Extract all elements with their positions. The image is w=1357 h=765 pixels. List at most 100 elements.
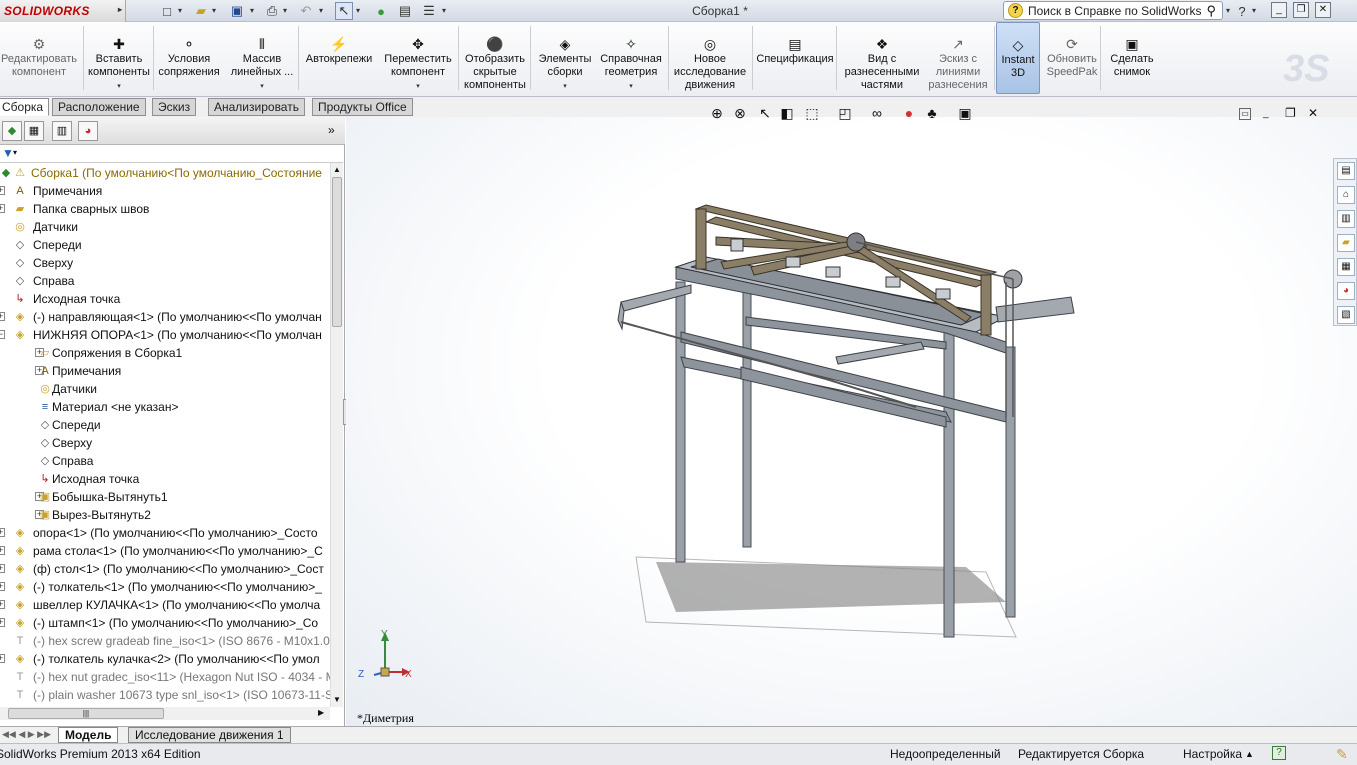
search-dropdown-icon[interactable]: ▾ xyxy=(1226,6,1230,15)
filter-dropdown-icon[interactable]: ▾ xyxy=(13,148,17,157)
scroll-down-icon[interactable]: ▼ xyxy=(333,695,341,704)
select-dropdown-icon[interactable]: ▾ xyxy=(356,6,360,15)
tree-scroll-thumb[interactable] xyxy=(332,177,342,327)
expand-icon[interactable]: + xyxy=(0,654,5,663)
tree-item[interactable]: + ◈ опора<1> (По умолчанию<<По умолчанию>_… xyxy=(0,524,330,542)
viewport-restore-icon[interactable]: ❐ xyxy=(1285,106,1296,120)
restore-icon[interactable]: ❐ xyxy=(1293,2,1309,18)
status-help-icon[interactable]: ? xyxy=(1272,746,1286,760)
tree-item[interactable]: + ▰ Папка сварных швов xyxy=(0,200,330,218)
expand-icon[interactable]: + xyxy=(0,528,5,537)
apply-scene-icon[interactable]: ♣ xyxy=(923,104,941,122)
tree-item[interactable]: ◎ Датчики xyxy=(0,218,330,236)
tree-item[interactable]: T (-) plain washer 10673 type snl_iso<1> … xyxy=(0,686,330,704)
smart-fasteners-button[interactable]: ⚡ Автокрепежи xyxy=(303,22,375,94)
expand-icon[interactable]: + xyxy=(0,564,5,573)
status-customize[interactable]: Настройка xyxy=(1183,744,1242,764)
expand-icon[interactable]: + xyxy=(0,546,5,555)
open-folder-icon[interactable]: ▰ xyxy=(192,2,210,20)
help-search-box[interactable]: ? Поиск в Справке по SolidWorks ⚲ xyxy=(1003,1,1223,20)
tree-item[interactable]: ◇ Спереди xyxy=(0,236,330,254)
tree-item[interactable]: ◇ Сверху xyxy=(0,254,330,272)
configuration-manager-tab-icon[interactable]: ▥ xyxy=(52,121,72,141)
tab-3[interactable]: Анализировать xyxy=(208,98,305,116)
close-icon[interactable]: ✕ xyxy=(1315,2,1331,18)
view-orientation-icon[interactable]: ⬚ xyxy=(803,104,821,122)
view-palette-icon[interactable]: ▦ xyxy=(1337,258,1355,276)
expand-icon[interactable]: + xyxy=(0,582,5,591)
tab-4[interactable]: Продукты Office xyxy=(312,98,413,116)
dropdown-arrow-icon[interactable]: ▾ xyxy=(629,80,633,93)
tree-item[interactable]: + ◈ (ф) стол<1> (По умолчанию<<По умолчани… xyxy=(0,560,330,578)
tree-item[interactable]: + A Примечания xyxy=(0,362,330,380)
tree-item[interactable]: T (-) hex nut gradec_iso<11> (Hexagon Nut… xyxy=(0,668,330,686)
instant3d-button[interactable]: ◇ Instant 3D xyxy=(996,22,1040,94)
tree-item[interactable]: ◎ Датчики xyxy=(0,380,330,398)
tree-item[interactable]: − ◈ НИЖНЯЯ ОПОРА<1> (По умолчанию<<По умол… xyxy=(0,326,330,344)
tree-item[interactable]: + ▣ Бобышка-Вытянуть1 xyxy=(0,488,330,506)
undo-dropdown-icon[interactable]: ▾ xyxy=(319,6,323,15)
bottom-tab-1[interactable]: Исследование движения 1 xyxy=(128,727,291,743)
tree-horizontal-scrollbar[interactable]: ||| ▶ xyxy=(0,707,330,720)
previous-view-icon[interactable]: ↖ xyxy=(756,104,774,122)
insert-components-button[interactable]: ✚ Вставить компоненты ▾ xyxy=(85,22,153,94)
file-explorer-icon[interactable]: ▰ xyxy=(1337,234,1355,252)
design-library-icon[interactable]: ▥ xyxy=(1337,210,1355,228)
tree-item[interactable]: + A Примечания xyxy=(0,182,330,200)
help-dropdown-icon[interactable]: ▾ xyxy=(1252,6,1256,15)
save-dropdown-icon[interactable]: ▾ xyxy=(250,6,254,15)
model-canvas[interactable]: Y X Z xyxy=(346,117,1357,726)
tree-item[interactable]: ≡ Материал <не указан> xyxy=(0,398,330,416)
print-dropdown-icon[interactable]: ▾ xyxy=(283,6,287,15)
show-hidden-button[interactable]: ⚫ Отобразить скрытые компоненты xyxy=(460,22,530,94)
tree-item[interactable]: ◇ Спереди xyxy=(0,416,330,434)
tree-item[interactable]: + ◈ (-) толкатель кулачка<2> (По умолчанию… xyxy=(0,650,330,668)
tree-item[interactable]: + ◈ (-) направляющая<1> (По умолчанию<<По … xyxy=(0,308,330,326)
property-manager-tab-icon[interactable]: ▦ xyxy=(24,121,44,141)
update-speedpak-button[interactable]: ⟳ Обновить SpeedPak xyxy=(1042,22,1102,94)
file-properties-icon[interactable]: ▤ xyxy=(396,2,414,20)
status-customize-dropdown-icon[interactable]: ▲ xyxy=(1245,744,1254,764)
tab-0[interactable]: Сборка xyxy=(0,98,50,116)
section-view-icon[interactable]: ◧ xyxy=(778,104,796,122)
collapse-icon[interactable]: − xyxy=(0,330,5,339)
zoom-to-fit-icon[interactable]: ⊕ xyxy=(708,104,726,122)
mate-button[interactable]: ⚬ Условия сопряжения xyxy=(155,22,223,94)
bill-of-materials-button[interactable]: ▤ Спецификация xyxy=(755,22,835,94)
open-dropdown-icon[interactable]: ▾ xyxy=(212,6,216,15)
print-icon[interactable]: ⎙ xyxy=(263,2,281,20)
exploded-view-button[interactable]: ❖ Вид с разнесенными частями xyxy=(840,22,924,94)
expand-icon[interactable]: + xyxy=(0,186,5,195)
edit-component-button[interactable]: ⚙ Редактировать компонент xyxy=(0,22,78,94)
save-icon[interactable]: ▣ xyxy=(228,2,246,20)
dropdown-arrow-icon[interactable]: ▾ xyxy=(260,80,264,93)
viewport-close-icon[interactable]: ✕ xyxy=(1308,106,1318,120)
tree-vertical-scrollbar[interactable]: ▲ ▼ xyxy=(330,163,343,707)
filter-bar[interactable]: ▼ ▾ xyxy=(0,145,343,163)
new-motion-study-button[interactable]: ◎ Новое исследование движения xyxy=(672,22,748,94)
expand-icon[interactable]: + xyxy=(0,312,5,321)
tree-item[interactable]: ↳ Исходная точка xyxy=(0,470,330,488)
search-icon[interactable]: ⚲ xyxy=(1206,3,1216,19)
viewport-minimize-icon[interactable]: _ xyxy=(1263,108,1269,119)
dropdown-arrow-icon[interactable]: ▾ xyxy=(416,80,420,93)
options-dropdown-icon[interactable]: ▾ xyxy=(442,6,446,15)
move-component-button[interactable]: ✥ Переместить компонент ▾ xyxy=(380,22,456,94)
scroll-up-icon[interactable]: ▲ xyxy=(333,165,341,174)
minimize-icon[interactable]: _ xyxy=(1271,2,1287,18)
dropdown-arrow-icon[interactable]: ▾ xyxy=(117,80,121,93)
tree-item[interactable]: + ▣ Вырез-Вытянуть2 xyxy=(0,506,330,524)
viewport-split-icon[interactable]: ▭ xyxy=(1239,108,1251,120)
reference-geometry-button[interactable]: ✧ Справочная геометрия ▾ xyxy=(597,22,665,94)
status-rebuild-icon[interactable]: ✎ xyxy=(1336,744,1348,764)
new-document-icon[interactable]: □ xyxy=(158,2,176,20)
view-settings-icon[interactable]: ▣ xyxy=(956,104,974,122)
custom-properties-icon[interactable]: ▧ xyxy=(1337,306,1355,324)
help-icon[interactable]: ? xyxy=(1233,2,1251,20)
select-cursor-icon[interactable]: ↖ xyxy=(335,2,353,20)
tab-1[interactable]: Расположение xyxy=(52,98,146,116)
solidworks-logo[interactable]: SOLIDWORKS ▸ xyxy=(0,0,126,22)
bottom-tabs-scroll-icon[interactable]: ◀◀ ◀ ▶ ▶▶ xyxy=(2,729,51,740)
scroll-right-icon[interactable]: ▶ xyxy=(318,708,324,717)
tree-item[interactable]: ◇ Справа xyxy=(0,452,330,470)
